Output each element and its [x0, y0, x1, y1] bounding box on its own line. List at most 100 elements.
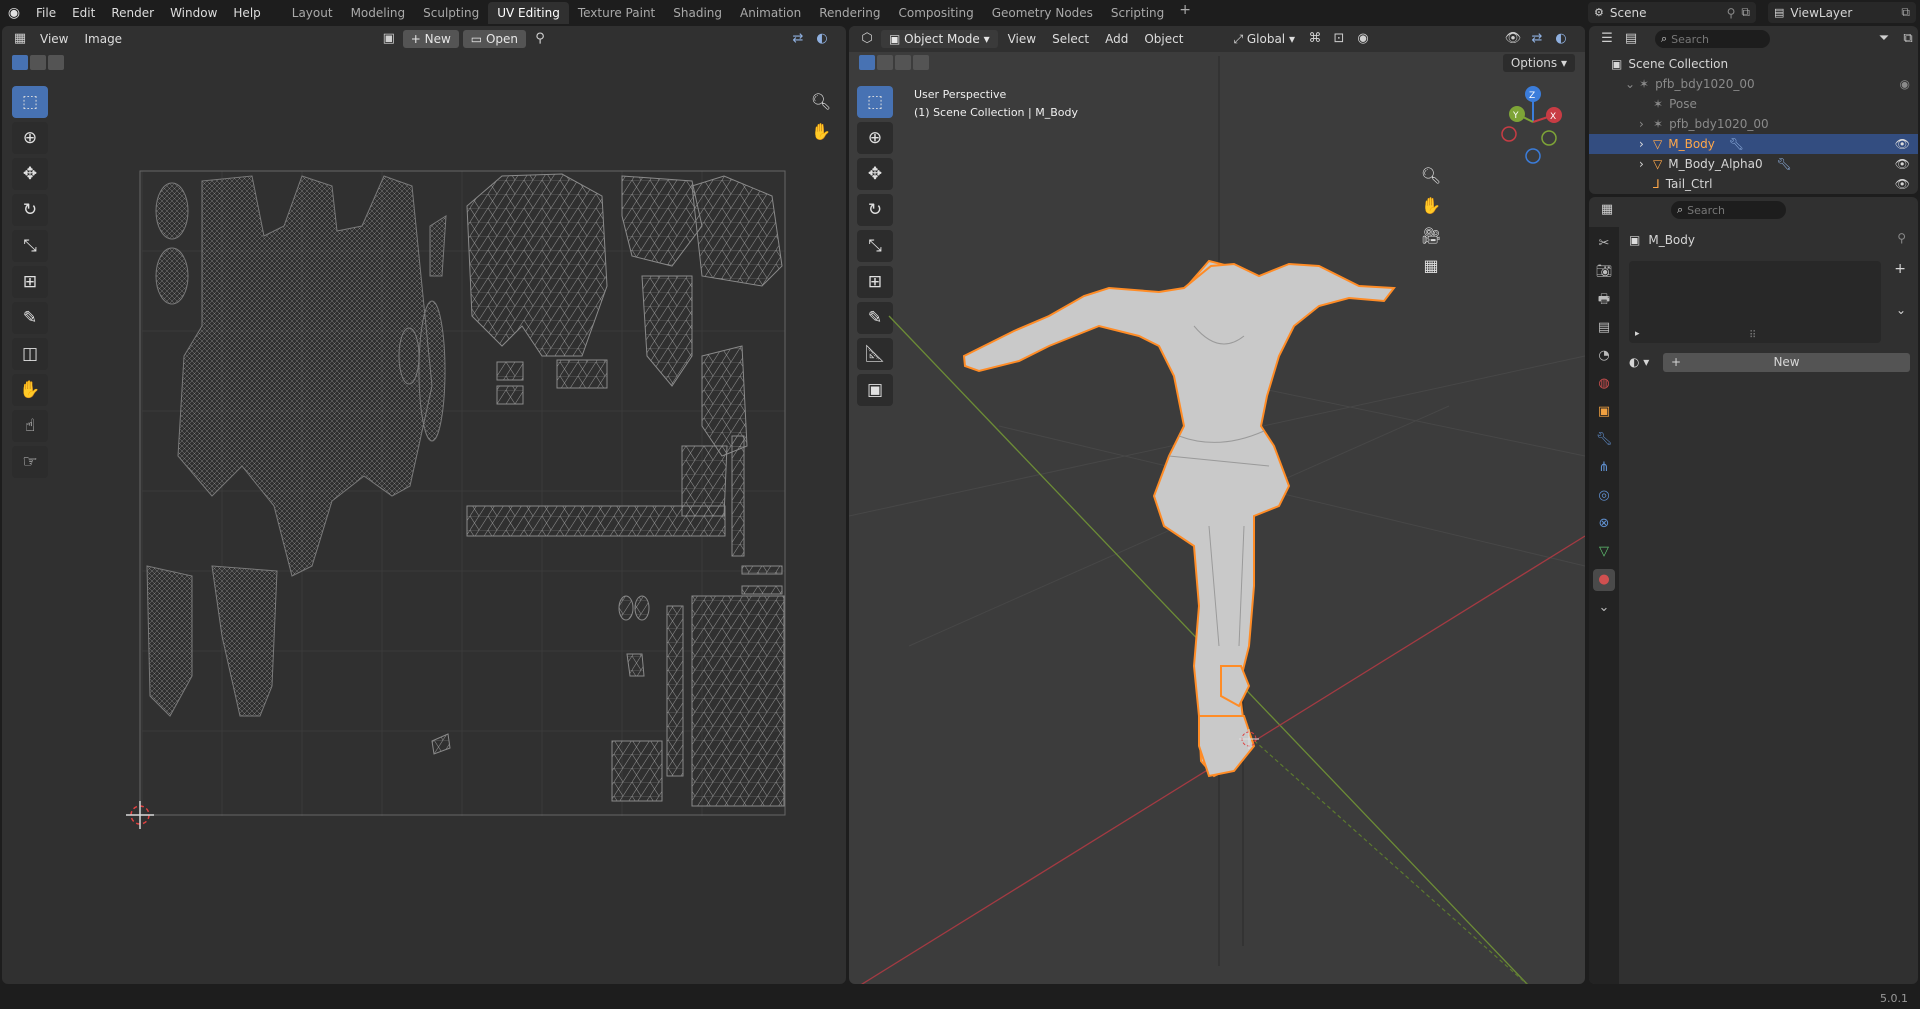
eye-icon[interactable]: 👁︎: [1895, 177, 1918, 191]
3d-viewport-area[interactable]: ⬡ ▣ Object Mode ▾ View Select Add Object…: [849, 26, 1585, 984]
viewport-canvas[interactable]: Z X Y: [849, 26, 1585, 984]
transform-tool-icon[interactable]: ⊞: [12, 266, 48, 298]
2d-cursor-icon[interactable]: [126, 801, 154, 829]
vp-transform-tool-icon[interactable]: ⊞: [857, 266, 893, 298]
menu-edit[interactable]: Edit: [64, 6, 103, 20]
pin-image-icon[interactable]: ⚲: [530, 29, 550, 49]
annotate-tool-icon[interactable]: ✎: [12, 302, 48, 334]
image-browse-icon[interactable]: ▣: [379, 29, 399, 49]
uv-canvas[interactable]: [2, 26, 846, 984]
rip-tool-icon[interactable]: ◫: [12, 338, 48, 370]
scale-tool-icon[interactable]: ⤡: [12, 230, 48, 262]
outliner-item-tail-ctrl[interactable]: ⅃ Tail_Ctrl 👁︎: [1589, 174, 1918, 194]
tab-scripting[interactable]: Scripting: [1102, 2, 1173, 24]
scene-collection-row[interactable]: ▣ Scene Collection: [1589, 54, 1918, 74]
modifier-icon[interactable]: 🔧︎: [1777, 157, 1792, 171]
tab-rendering[interactable]: Rendering: [810, 2, 889, 24]
outliner-item-m-body[interactable]: › ▽ M_Body 🔧︎ 👁︎: [1589, 134, 1918, 154]
output-tab-icon[interactable]: 🖶︎: [1593, 289, 1615, 311]
modifier-icon[interactable]: 🔧︎: [1729, 137, 1744, 151]
properties-editor-type-icon[interactable]: ▦: [1597, 200, 1617, 220]
vp-annotate-tool-icon[interactable]: ✎: [857, 302, 893, 334]
vp-pan-icon[interactable]: ✋: [1417, 192, 1445, 220]
expand-chevron-icon[interactable]: ›: [1639, 137, 1653, 151]
material-slot-list[interactable]: ▸ ⠿: [1629, 261, 1881, 343]
snap-icon[interactable]: ⊡: [1329, 29, 1349, 49]
render-tab-icon[interactable]: 📷︎: [1593, 261, 1615, 283]
vp-select-new-icon[interactable]: [859, 55, 875, 70]
vp-select-subtract-icon[interactable]: [895, 55, 911, 70]
list-expand-icon[interactable]: ▸: [1635, 329, 1640, 339]
tool-tab-icon[interactable]: ✂: [1593, 233, 1615, 255]
tab-shading[interactable]: Shading: [664, 2, 731, 24]
overlay-toggle-icon[interactable]: ◐: [1551, 29, 1571, 49]
pin-icon[interactable]: ⚲: [1897, 231, 1906, 245]
pan-icon[interactable]: ✋: [807, 118, 835, 146]
tab-texture-paint[interactable]: Texture Paint: [569, 2, 664, 24]
more-tabs-icon[interactable]: ⌄: [1593, 597, 1615, 619]
expand-chevron-icon[interactable]: ›: [1639, 117, 1653, 131]
vp-scale-tool-icon[interactable]: ⤡: [857, 230, 893, 262]
vp-zoom-icon[interactable]: 🔍︎: [1417, 162, 1445, 190]
vp-rotate-tool-icon[interactable]: ↻: [857, 194, 893, 226]
vp-measure-tool-icon[interactable]: 📐︎: [857, 338, 893, 370]
uv-overlay-icon[interactable]: ◐: [812, 29, 832, 49]
tab-geometry-nodes[interactable]: Geometry Nodes: [983, 2, 1102, 24]
menu-file[interactable]: File: [28, 6, 64, 20]
eye-icon[interactable]: 👁︎: [1895, 137, 1918, 151]
modifier-tab-icon[interactable]: 🔧︎: [1593, 429, 1615, 451]
eye-icon[interactable]: 👁︎: [1895, 157, 1918, 171]
viewport-menu-add[interactable]: Add: [1099, 30, 1134, 48]
mode-selector[interactable]: ▣ Object Mode ▾: [881, 30, 998, 48]
blender-logo-icon[interactable]: ◉: [0, 5, 28, 21]
add-workspace-icon[interactable]: +: [1173, 2, 1197, 24]
view-layer-selector[interactable]: ▤ ViewLayer ⧉: [1768, 2, 1916, 23]
transform-orientation[interactable]: ⤢ Global ▾: [1227, 30, 1301, 49]
expand-chevron-icon[interactable]: ⌄: [1625, 77, 1639, 91]
pinch-tool-icon[interactable]: ☞: [12, 446, 48, 478]
properties-search[interactable]: ⌕ Search: [1671, 201, 1786, 219]
pivot-icon[interactable]: ⌘: [1305, 29, 1325, 49]
new-view-layer-icon[interactable]: ⧉: [1901, 5, 1916, 20]
material-browse-icon[interactable]: ◐ ▾: [1629, 355, 1659, 369]
uv-menu-view[interactable]: View: [34, 30, 74, 48]
new-image-button[interactable]: + New: [402, 30, 459, 48]
outliner-editor-type-icon[interactable]: ☰: [1597, 29, 1617, 49]
vp-move-tool-icon[interactable]: ✥: [857, 158, 893, 190]
object-tab-icon[interactable]: ▣: [1593, 401, 1615, 423]
vp-select-extend-icon[interactable]: [877, 55, 893, 70]
proportional-edit-icon[interactable]: ◉: [1353, 29, 1373, 49]
physics-tab-icon[interactable]: ◎: [1593, 485, 1615, 507]
view-layer-tab-icon[interactable]: ▤: [1593, 317, 1615, 339]
tab-uv-editing[interactable]: UV Editing: [488, 2, 569, 24]
outliner-item-armature-data[interactable]: › ✶ pfb_bdy1020_00: [1589, 114, 1918, 134]
options-button[interactable]: Options ▾: [1502, 54, 1575, 72]
menu-render[interactable]: Render: [103, 6, 162, 20]
slot-menu-icon[interactable]: ⌄: [1896, 303, 1906, 317]
tab-layout[interactable]: Layout: [283, 2, 342, 24]
ortho-toggle-icon[interactable]: ▦: [1417, 252, 1445, 280]
outliner-search[interactable]: ⌕ Search: [1655, 30, 1770, 48]
new-collection-icon[interactable]: ⧉: [1898, 29, 1918, 49]
uv-editor-area[interactable]: ▦ View Image ▣ + New ▭ Open ⚲ ⇄ ◐ ⬚ ⊕ ✥ …: [2, 26, 846, 984]
zoom-icon[interactable]: 🔍︎: [807, 88, 835, 116]
vp-select-invert-icon[interactable]: [913, 55, 929, 70]
tab-animation[interactable]: Animation: [731, 2, 810, 24]
viewport-menu-object[interactable]: Object: [1138, 30, 1189, 48]
uv-menu-image[interactable]: Image: [78, 30, 128, 48]
list-resize-handle-icon[interactable]: ⠿: [1749, 330, 1756, 341]
outliner-item-armature[interactable]: ⌄ ✶ pfb_bdy1020_00 ◉: [1589, 74, 1918, 94]
tab-modeling[interactable]: Modeling: [342, 2, 415, 24]
scene-selector[interactable]: ⚙ Scene ⚲ ⧉: [1588, 2, 1756, 23]
open-image-button[interactable]: ▭ Open: [462, 30, 526, 48]
rotate-tool-icon[interactable]: ↻: [12, 194, 48, 226]
vp-add-cube-tool-icon[interactable]: ▣: [857, 374, 893, 406]
vp-select-tool-icon[interactable]: ⬚: [857, 86, 893, 118]
select-mode-subtract-icon[interactable]: [48, 55, 64, 70]
viewport-editor-type-icon[interactable]: ⬡: [857, 29, 877, 49]
pin-icon[interactable]: ⚲: [1727, 6, 1736, 20]
grab-tool-icon[interactable]: ✋: [12, 374, 48, 406]
uv-sync-icon[interactable]: ⇄: [788, 29, 808, 49]
cursor-tool-icon[interactable]: ⊕: [12, 122, 48, 154]
filter-icon[interactable]: ⏷: [1874, 29, 1894, 49]
